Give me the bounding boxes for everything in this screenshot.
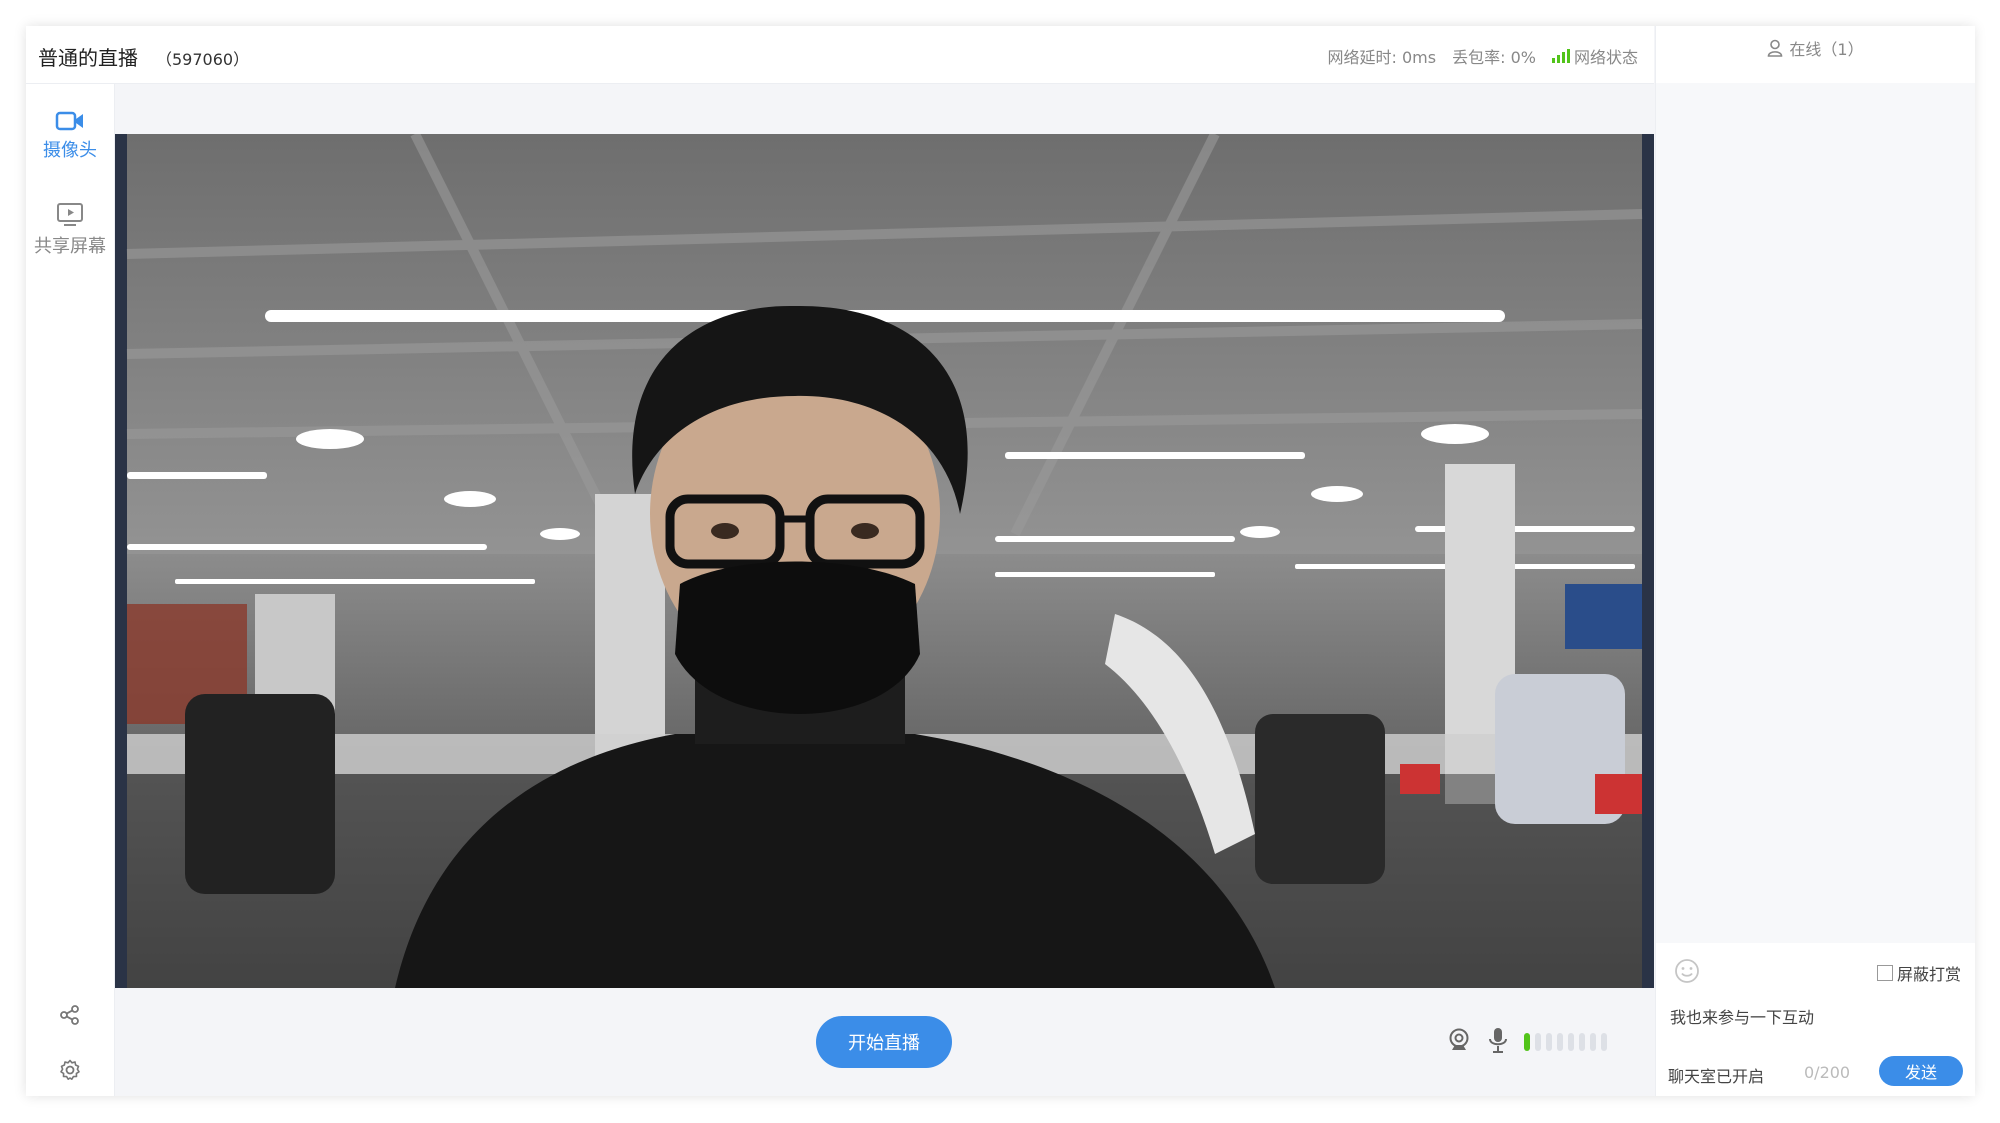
gear-icon xyxy=(60,1059,80,1080)
network-status-label: 网络状态 xyxy=(1573,48,1638,67)
start-live-button[interactable]: 开始直播 xyxy=(816,1016,952,1068)
online-count[interactable]: 在线（1） xyxy=(1656,36,1975,60)
network-status[interactable]: 网络状态 xyxy=(1551,44,1638,68)
page-title: 普通的直播 xyxy=(38,46,138,70)
share-icon xyxy=(60,1005,79,1025)
chat-message-list[interactable] xyxy=(1656,83,1975,943)
settings-button[interactable] xyxy=(26,1058,114,1086)
send-button[interactable]: 发送 xyxy=(1879,1056,1963,1086)
signal-bars-icon xyxy=(1551,49,1570,63)
microphone-toggle[interactable] xyxy=(1486,1026,1510,1058)
header-bar: 普通的直播 （597060） 网络延时: 0ms 丢包率: 0% 网络状态 xyxy=(26,26,1654,84)
camera-preview xyxy=(115,134,1654,988)
chat-room-status: 聊天室已开启 xyxy=(1668,1067,1765,1086)
webcam-icon xyxy=(1449,1028,1469,1050)
left-sidebar: 摄像头 共享屏幕 xyxy=(26,84,115,1096)
screen-share-icon xyxy=(57,203,83,226)
share-button[interactable] xyxy=(26,1004,114,1030)
live-broadcast-window: 普通的直播 （597060） 网络延时: 0ms 丢包率: 0% 网络状态 摄像… xyxy=(26,26,1975,1096)
chat-panel: 在线（1） 屏蔽打赏 聊天室已开启 0/200 发送 xyxy=(1655,26,1975,1096)
checkbox-box[interactable] xyxy=(1876,965,1893,981)
block-gift-checkbox[interactable]: 屏蔽打赏 xyxy=(1876,961,1961,985)
chat-composer: 屏蔽打赏 聊天室已开启 0/200 发送 xyxy=(1656,943,1975,1096)
sidebar-item-screen-share[interactable]: 共享屏幕 xyxy=(26,202,114,258)
video-camera-icon xyxy=(55,111,83,131)
sidebar-item-camera[interactable]: 摄像头 xyxy=(26,110,114,162)
microphone-icon xyxy=(1489,1028,1507,1053)
room-id: （597060） xyxy=(156,50,250,69)
latency-readout: 网络延时: 0ms xyxy=(1327,48,1437,67)
smiley-icon xyxy=(1675,959,1699,983)
sidebar-item-label: 共享屏幕 xyxy=(34,236,106,257)
user-icon xyxy=(1768,39,1783,57)
media-controls xyxy=(1446,1026,1607,1058)
camera-toggle[interactable] xyxy=(1446,1027,1472,1057)
chat-input[interactable] xyxy=(1668,995,1962,1037)
char-counter: 0/200 xyxy=(1804,1063,1851,1082)
packet-loss-readout: 丢包率: 0% xyxy=(1452,48,1536,67)
block-gift-label: 屏蔽打赏 xyxy=(1896,965,1961,984)
emoji-button[interactable] xyxy=(1674,958,1700,988)
sidebar-item-label: 摄像头 xyxy=(43,140,97,161)
mic-level-meter xyxy=(1524,1033,1607,1051)
camera-feed-image xyxy=(126,134,1643,988)
network-info: 网络延时: 0ms 丢包率: 0% 网络状态 xyxy=(1328,44,1638,68)
online-label: 在线（1） xyxy=(1789,40,1864,59)
